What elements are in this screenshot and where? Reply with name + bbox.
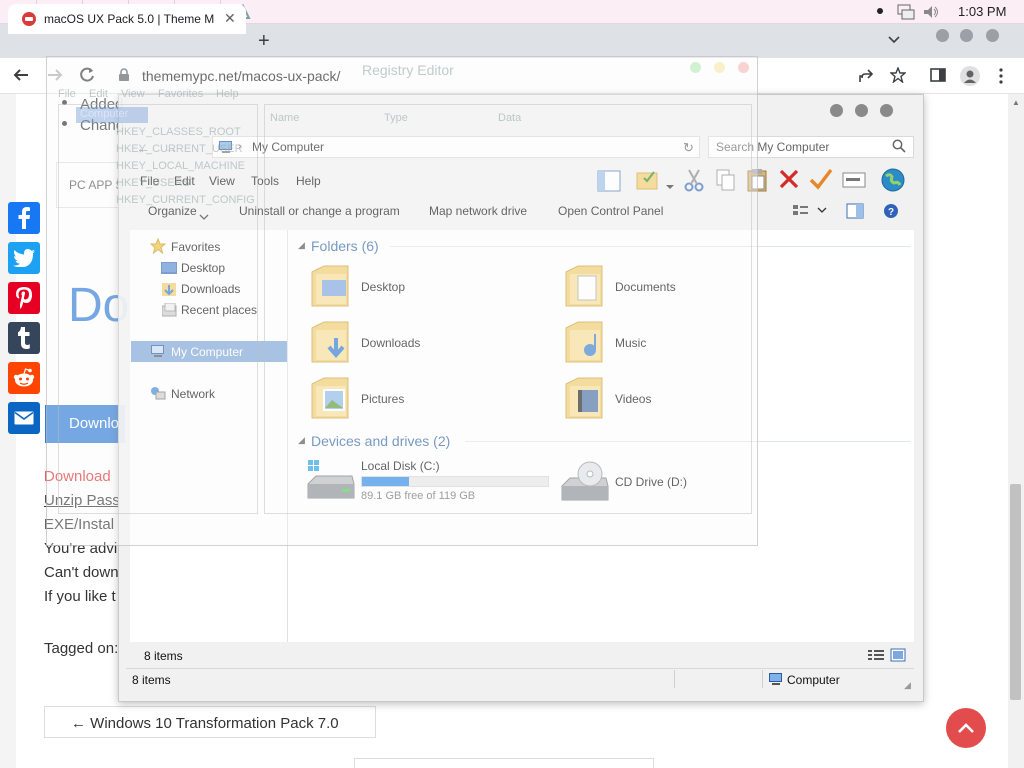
globe-icon[interactable]: [880, 167, 906, 196]
registry-title: Registry Editor: [362, 62, 454, 78]
registry-menu-view[interactable]: View: [121, 88, 145, 100]
minimize-button[interactable]: [830, 104, 843, 117]
svg-text:?: ?: [888, 207, 894, 218]
tab-close-icon[interactable]: ✕: [224, 10, 236, 27]
registry-maximize-dot[interactable]: [690, 62, 701, 73]
twitter-share-icon[interactable]: [8, 242, 40, 274]
volume-tray-icon[interactable]: [922, 4, 940, 23]
network-tray-icon[interactable]: [897, 4, 915, 23]
facebook-share-icon[interactable]: [8, 202, 40, 234]
help-icon[interactable]: ?: [883, 203, 899, 222]
rename-icon[interactable]: [842, 171, 866, 192]
status-item-count: 8 items: [132, 673, 171, 687]
tagged-on-label: Tagged on:: [44, 640, 119, 657]
registry-col-name[interactable]: Name: [270, 112, 299, 124]
previous-post-link[interactable]: ← Windows 10 Transformation Pack 7.0: [44, 706, 376, 738]
registry-menu-edit[interactable]: Edit: [89, 88, 108, 100]
registry-key[interactable]: HKEY_USERS: [116, 177, 190, 189]
preview-toggle-icon[interactable]: [846, 203, 864, 222]
registry-values-pane: [264, 104, 752, 514]
tumblr-share-icon[interactable]: [8, 322, 40, 354]
delete-x-icon[interactable]: [778, 168, 800, 193]
registry-key[interactable]: HKEY_LOCAL_MACHINE: [116, 160, 245, 172]
registry-key[interactable]: HKEY_CLASSES_ROOT: [116, 126, 241, 138]
registry-minimize-dot[interactable]: [714, 62, 725, 73]
back-arrow-icon[interactable]: [12, 66, 30, 89]
registry-menu-file[interactable]: File: [58, 88, 76, 100]
registry-key[interactable]: HKEY_CURRENT_CONFIG: [116, 194, 255, 206]
registry-menu-favorites[interactable]: Favorites: [158, 88, 203, 100]
next-post-box: [354, 758, 654, 768]
window-control-dot[interactable]: [986, 29, 999, 42]
checkmark-icon[interactable]: [809, 168, 833, 193]
details-view-icon[interactable]: [868, 649, 884, 664]
taskbar-clock[interactable]: 1:03 PM: [958, 4, 1006, 19]
reddit-share-icon[interactable]: [8, 362, 40, 394]
site-favicon-icon: [22, 12, 36, 29]
maximize-button[interactable]: [855, 104, 868, 117]
status-divider: [762, 670, 763, 688]
page-scrollbar-thumb[interactable]: [1010, 484, 1021, 700]
browser-tab[interactable]: macOS UX Pack 5.0 | Theme My PC ✕: [8, 4, 246, 34]
side-panel-icon[interactable]: [930, 68, 946, 85]
scroll-to-top-button[interactable]: [946, 708, 986, 748]
registry-key[interactable]: HKEY_CURRENT_USER: [116, 143, 243, 155]
tab-title: macOS UX Pack 5.0 | Theme My PC: [44, 12, 214, 26]
registry-close-dot[interactable]: [738, 62, 749, 73]
computer-status-icon: [768, 672, 784, 689]
scroll-up-arrow-icon[interactable]: ▲: [1012, 98, 1020, 107]
registry-col-data[interactable]: Data: [498, 112, 521, 124]
window-control-dot[interactable]: [936, 29, 949, 42]
status-divider: [674, 670, 675, 688]
page-text-line: Can't down: [44, 564, 119, 581]
registry-root[interactable]: Computer: [80, 108, 128, 120]
view-options-icon[interactable]: [792, 204, 828, 221]
profile-avatar-icon[interactable]: [960, 66, 980, 89]
tab-search-chevron-icon[interactable]: [888, 33, 900, 47]
close-button[interactable]: [880, 104, 893, 117]
registry-col-type[interactable]: Type: [384, 112, 408, 124]
item-count: 8 items: [144, 649, 183, 663]
bookmark-star-icon[interactable]: [889, 66, 907, 86]
resize-grip-icon[interactable]: ◢: [904, 680, 911, 691]
status-computer-label: Computer: [787, 673, 840, 687]
details-status-bar: [130, 644, 914, 668]
share-icon[interactable]: [858, 68, 874, 87]
pinterest-share-icon[interactable]: [8, 282, 40, 314]
large-icons-view-icon[interactable]: [890, 648, 906, 665]
new-tab-button[interactable]: +: [258, 30, 270, 53]
browser-menu-icon[interactable]: [998, 68, 1004, 87]
search-icon[interactable]: [892, 139, 906, 156]
notification-dot-icon[interactable]: [877, 8, 883, 14]
registry-menu-help[interactable]: Help: [216, 88, 239, 100]
window-control-dot[interactable]: [960, 29, 973, 42]
email-share-icon[interactable]: [8, 402, 40, 434]
page-text-line: If you like t: [44, 588, 116, 605]
